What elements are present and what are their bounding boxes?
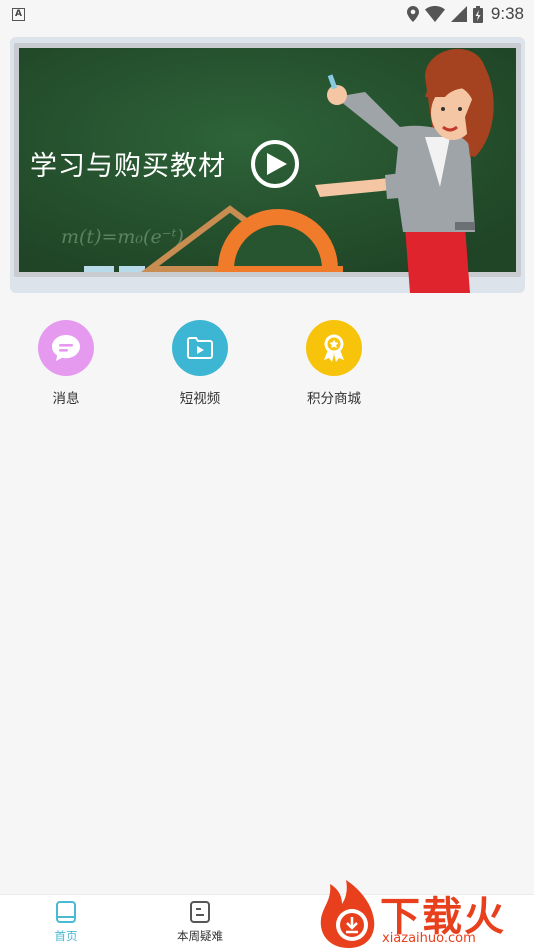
watermark-logo: 下载火 xiazaihuo.com xyxy=(316,878,534,950)
clock-time: 9:38 xyxy=(490,4,524,23)
nav-label-home: 首页 xyxy=(54,929,78,943)
book-icon xyxy=(56,901,76,923)
board-formula: m(t)=m₀(e⁻ᵗ) xyxy=(61,226,184,248)
menu-label-messages: 消息 xyxy=(52,391,80,407)
nav-label-weekly-problems: 本周疑难 xyxy=(177,929,223,943)
banner-title: 学习与购买教材 xyxy=(30,151,226,182)
feature-menu: 消息 短视频 积分商城 xyxy=(0,320,534,410)
status-right: 9:38 xyxy=(406,4,524,24)
nav-item-weekly-problems[interactable]: 本周疑难 xyxy=(150,901,250,944)
app-indicator-icon: A xyxy=(12,7,25,21)
menu-label-short-video: 短视频 xyxy=(179,391,221,407)
battery-icon xyxy=(472,5,483,23)
status-bar: A 9:38 xyxy=(0,0,534,28)
menu-item-messages[interactable]: 消息 xyxy=(11,320,121,407)
watermark-url: xiazaihuo.com xyxy=(382,931,476,946)
menu-item-points-mall[interactable]: 积分商城 xyxy=(279,320,389,407)
teacher-illustration xyxy=(315,48,494,293)
note-icon xyxy=(190,901,210,923)
nav-item-home[interactable]: 首页 xyxy=(16,901,116,944)
signal-icon xyxy=(450,6,467,22)
award-icon xyxy=(306,320,362,376)
video-folder-icon xyxy=(172,320,228,376)
location-icon xyxy=(406,6,419,22)
status-left: A xyxy=(12,7,25,21)
flame-logo-icon xyxy=(320,880,375,948)
banner[interactable]: m(t)=m₀(e⁻ᵗ) 学习与购买教材 xyxy=(10,37,525,293)
message-icon xyxy=(38,320,94,376)
menu-label-points-mall: 积分商城 xyxy=(307,391,361,407)
menu-item-short-video[interactable]: 短视频 xyxy=(145,320,255,407)
wifi-icon xyxy=(424,6,445,22)
